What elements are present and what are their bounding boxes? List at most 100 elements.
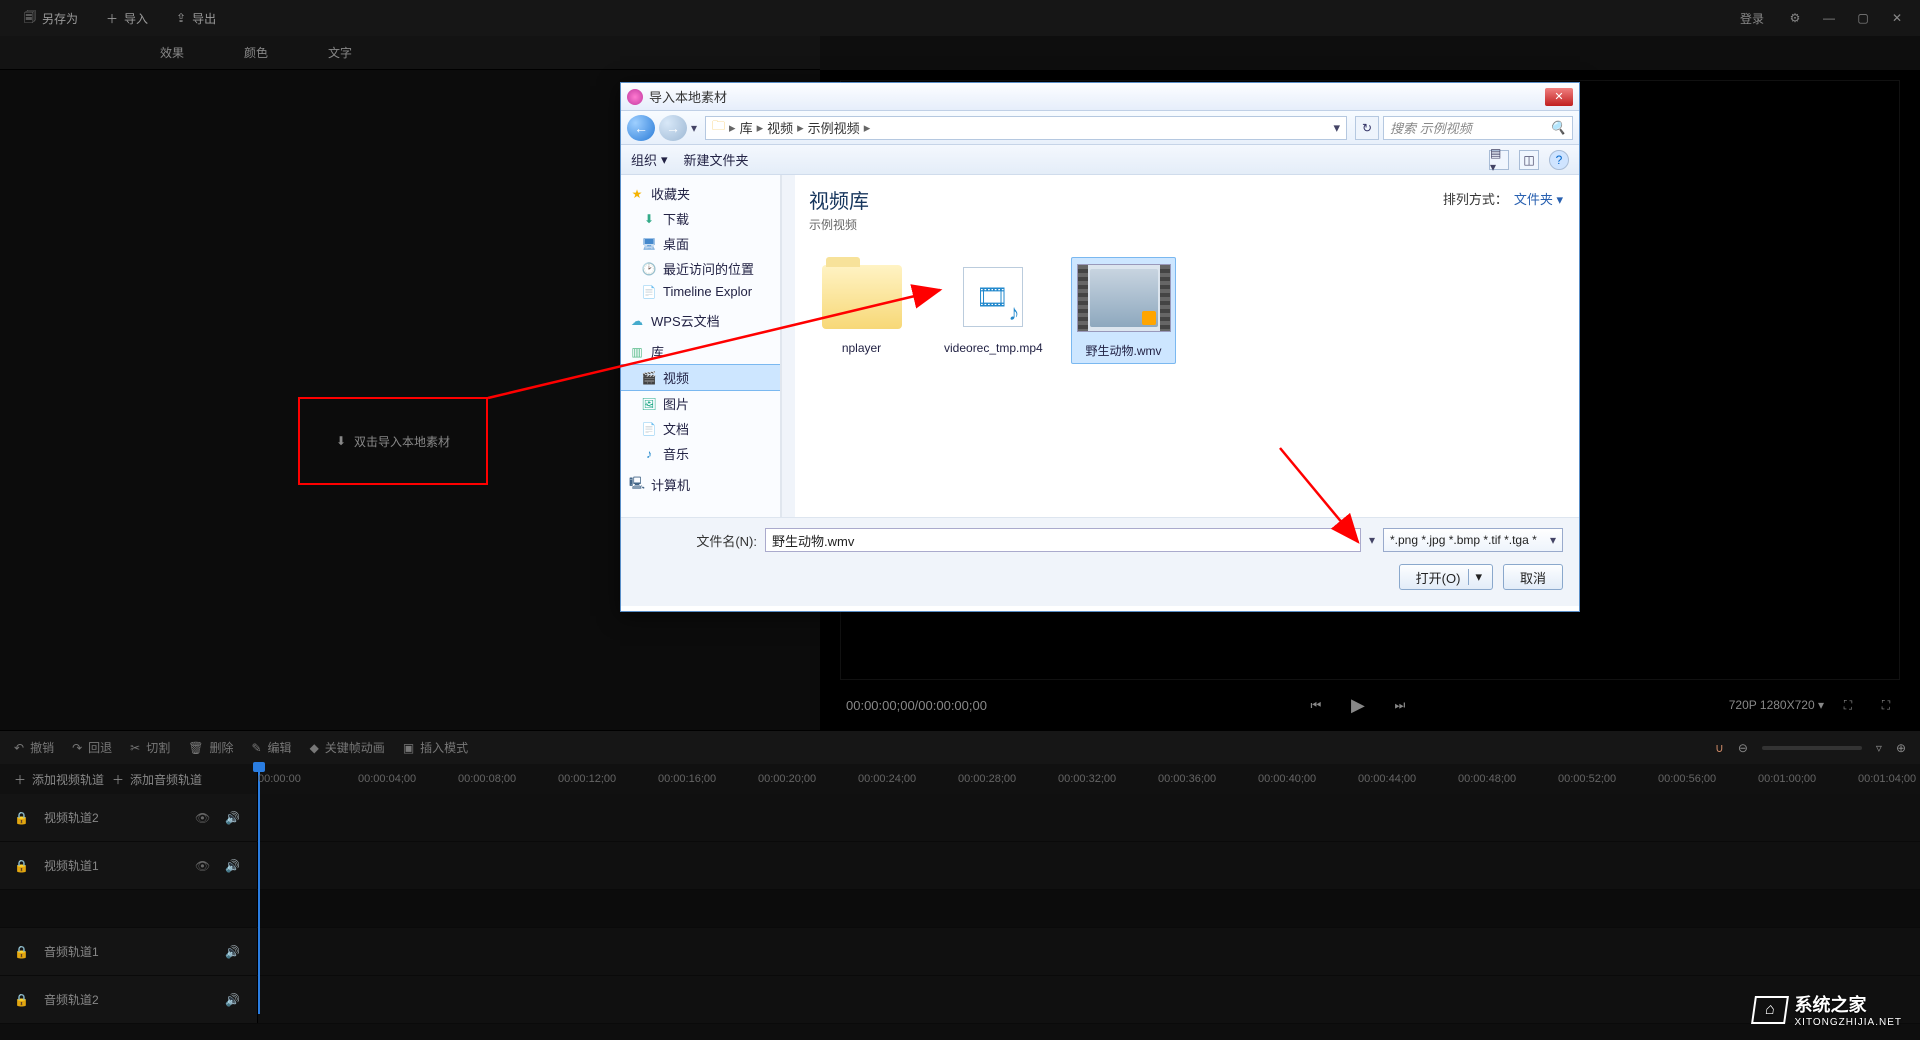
file-item-folder[interactable]: nplayer — [809, 257, 914, 364]
cancel-button[interactable]: 取消 — [1503, 564, 1563, 590]
dialog-close-button[interactable]: ✕ — [1545, 88, 1573, 106]
view-mode-button[interactable]: ▤ ▾ — [1489, 150, 1509, 170]
add-video-track-button[interactable]: ＋ 添加视频轨道 — [14, 771, 104, 788]
track-body[interactable] — [258, 794, 1920, 841]
breadcrumb-video[interactable]: 视频 — [767, 118, 793, 137]
player-controls: 00:00:00;00/00:00:00;00 ⏮ ▶ ⏭ 720P 1280X… — [820, 680, 1920, 730]
organize-button[interactable]: 组织 ▾ — [631, 150, 668, 169]
track-body[interactable] — [258, 842, 1920, 889]
sort-dropdown[interactable]: 文件夹 ▾ — [1514, 189, 1563, 208]
sidebar-recent[interactable]: 🕑最近访问的位置 — [621, 256, 780, 281]
fullscreen-icon[interactable]: ⛶ — [1872, 691, 1900, 719]
export-button[interactable]: ⇪ 导出 — [162, 0, 230, 36]
speaker-icon[interactable]: 🔊 — [225, 811, 243, 825]
sidebar-computer[interactable]: 🖳计算机 — [621, 472, 780, 497]
sidebar-image[interactable]: 🖼图片 — [621, 391, 780, 416]
track-body[interactable] — [258, 976, 1920, 1023]
speaker-icon[interactable]: 🔊 — [225, 859, 243, 873]
timeline-ruler[interactable]: 00:00:0000:00:04;0000:00:08;0000:00:12;0… — [258, 764, 1920, 794]
speaker-icon[interactable]: 🔊 — [225, 993, 243, 1007]
address-bar[interactable]: 🗀 ▸ 库 ▸ 视频 ▸ 示例视频 ▸ ▾ — [705, 116, 1347, 140]
nav-history-dropdown[interactable]: ▾ — [691, 121, 697, 135]
sidebar-scrollbar[interactable] — [781, 175, 795, 517]
redo-button[interactable]: ↷回退 — [72, 739, 112, 756]
login-link[interactable]: 登录 — [1740, 10, 1764, 27]
breadcrumb-lib[interactable]: 库 — [740, 118, 753, 137]
new-folder-button[interactable]: 新建文件夹 — [684, 150, 749, 169]
ruler-tick: 00:00:36;00 — [1158, 773, 1216, 785]
cut-button[interactable]: ✂切割 — [130, 739, 170, 756]
tab-color[interactable]: 颜色 — [244, 44, 268, 61]
sidebar-library[interactable]: ▥库 — [621, 339, 780, 364]
timeline-tracks: 🔒 视频轨道2 👁 🔊 🔒 视频轨道1 👁 🔊 🔒 音频轨道1 👁 🔊 🔒 — [0, 794, 1920, 1024]
import-button[interactable]: ＋ 导入 — [92, 0, 162, 36]
add-audio-track-button[interactable]: ＋ 添加音频轨道 — [112, 771, 202, 788]
app-topbar: 🗐 另存为 ＋ 导入 ⇪ 导出 登录 ⚙ — ▢ ✕ — [0, 0, 1920, 36]
sidebar-download[interactable]: ⬇下载 — [621, 206, 780, 231]
lock-icon[interactable]: 🔒 — [14, 945, 32, 959]
speaker-icon[interactable]: 🔊 — [225, 945, 243, 959]
edit-button[interactable]: ✎编辑 — [251, 739, 291, 756]
sidebar-music[interactable]: ♪音乐 — [621, 441, 780, 466]
sidebar-wps[interactable]: ☁WPS云文档 — [621, 308, 780, 333]
save-as-button[interactable]: 🗐 另存为 — [10, 0, 92, 36]
file-item-mp4[interactable]: 🎞 videorec_tmp.mp4 — [940, 257, 1045, 364]
filename-input[interactable] — [765, 528, 1361, 552]
resolution-dropdown[interactable]: 720P 1280X720 ▾ — [1729, 698, 1824, 712]
playhead[interactable] — [258, 764, 260, 1014]
prev-frame-button[interactable]: ⏮ — [1302, 691, 1330, 719]
sidebar-video[interactable]: 🎬视频 — [621, 364, 780, 391]
zoom-in-icon[interactable]: ⊕ — [1896, 741, 1906, 755]
lock-icon[interactable]: 🔒 — [14, 993, 32, 1007]
track-label: 视频轨道1 — [44, 857, 183, 874]
dialog-titlebar[interactable]: 导入本地素材 ✕ — [621, 83, 1579, 111]
ruler-tick: 00:00:00 — [258, 773, 301, 785]
address-dropdown-icon[interactable]: ▾ — [1333, 120, 1340, 136]
nav-back-button[interactable]: ← — [627, 115, 655, 141]
undo-button[interactable]: ↶撤销 — [14, 739, 54, 756]
close-icon[interactable]: ✕ — [1884, 5, 1910, 31]
tab-effect[interactable]: 效果 — [160, 44, 184, 61]
sidebar-timeline[interactable]: 📄Timeline Explor — [621, 281, 780, 302]
time-display: 00:00:00;00/00:00:00;00 — [846, 698, 987, 713]
save-as-label: 另存为 — [42, 10, 78, 27]
maximize-icon[interactable]: ▢ — [1850, 5, 1876, 31]
snapshot-icon[interactable]: ⛶ — [1834, 691, 1862, 719]
eye-icon[interactable]: 👁 — [195, 811, 213, 825]
nav-forward-button[interactable]: → — [659, 115, 687, 141]
zoom-slider[interactable] — [1762, 746, 1862, 750]
dialog-body: ★收藏夹 ⬇下载 🖥桌面 🕑最近访问的位置 📄Timeline Explor ☁… — [621, 175, 1579, 517]
open-button[interactable]: 打开(O)▾ — [1399, 564, 1493, 590]
file-item-wmv[interactable]: 野生动物.wmv — [1071, 257, 1176, 364]
import-local-media-button[interactable]: ⬇ 双击导入本地素材 — [298, 397, 488, 485]
track-body[interactable] — [258, 928, 1920, 975]
sidebar-desktop[interactable]: 🖥桌面 — [621, 231, 780, 256]
eye-icon[interactable]: 👁 — [195, 859, 213, 873]
lock-icon[interactable]: 🔒 — [14, 811, 32, 825]
file-filter-dropdown[interactable]: *.png *.jpg *.bmp *.tif *.tga * ▾ — [1383, 528, 1563, 552]
app-icon — [627, 89, 643, 105]
settings-icon[interactable]: ⚙ — [1782, 5, 1808, 31]
delete-button[interactable]: 🗑删除 — [188, 739, 233, 756]
zoom-out-icon[interactable]: ⊖ — [1738, 741, 1748, 755]
preview-pane-button[interactable]: ◫ — [1519, 150, 1539, 170]
help-button[interactable]: ? — [1549, 150, 1569, 170]
next-frame-button[interactable]: ⏭ — [1386, 691, 1414, 719]
filter-text: *.png *.jpg *.bmp *.tif *.tga * — [1390, 533, 1537, 547]
filename-dropdown-icon[interactable]: ▾ — [1369, 533, 1375, 547]
play-button[interactable]: ▶ — [1344, 691, 1372, 719]
magnet-icon[interactable]: ∪ — [1715, 741, 1724, 755]
search-input[interactable]: 搜索 示例视频 🔍 — [1383, 116, 1573, 140]
sidebar-doc[interactable]: 📄文档 — [621, 416, 780, 441]
refresh-button[interactable]: ↻ — [1355, 116, 1379, 140]
lock-icon[interactable]: 🔒 — [14, 859, 32, 873]
insert-mode-button[interactable]: ▣插入模式 — [403, 739, 468, 756]
sidebar-favorites[interactable]: ★收藏夹 — [621, 181, 780, 206]
breadcrumb-sample[interactable]: 示例视频 — [808, 118, 860, 137]
minimize-icon[interactable]: — — [1816, 5, 1842, 31]
marker-icon[interactable]: ▿ — [1876, 741, 1882, 755]
open-dropdown-icon[interactable]: ▾ — [1468, 569, 1488, 585]
chevron-down-icon: ▾ — [1550, 533, 1556, 547]
keyframe-button[interactable]: ◆关键帧动画 — [310, 739, 385, 756]
tab-text[interactable]: 文字 — [328, 44, 352, 61]
